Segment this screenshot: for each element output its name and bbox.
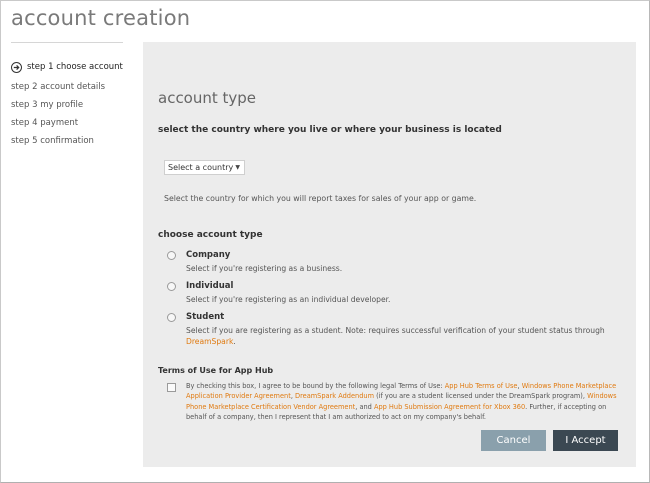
step-3[interactable]: step 3 my profile [11, 96, 136, 114]
step-4[interactable]: step 4 payment [11, 114, 136, 132]
country-help-text: Select the country for which you will re… [164, 194, 477, 203]
student-desc-end: . [233, 337, 236, 346]
step-1[interactable]: step 1 choose account [11, 56, 136, 78]
accept-button[interactable]: I Accept [553, 430, 618, 451]
dreamspark-link[interactable]: DreamSpark [186, 337, 233, 346]
individual-label: Individual [186, 281, 234, 291]
terms-text-1: By checking this box, I agree to be boun… [186, 382, 445, 390]
country-select-value: Select a country [168, 163, 234, 172]
company-label: Company [186, 250, 231, 260]
page-title: account creation [11, 6, 191, 30]
step-1-label: step 1 choose account [27, 62, 123, 72]
terms-heading: Terms of Use for App Hub [158, 366, 274, 375]
country-select[interactable]: Select a country ▼ [164, 160, 245, 175]
terms-checkbox[interactable] [167, 383, 176, 392]
step-5[interactable]: step 5 confirmation [11, 132, 136, 150]
choose-account-type-heading: choose account type [158, 230, 263, 240]
student-radio[interactable] [167, 313, 176, 322]
country-question: select the country where you live or whe… [158, 125, 502, 135]
individual-radio[interactable] [167, 282, 176, 291]
company-radio[interactable] [167, 251, 176, 260]
title-divider [11, 42, 123, 43]
student-desc-text: Select if you are registering as a stude… [186, 326, 605, 335]
individual-description: Select if you're registering as an indiv… [186, 295, 391, 304]
arrow-right-circle-icon [11, 61, 22, 73]
account-type-heading: account type [158, 89, 257, 107]
cancel-button[interactable]: Cancel [481, 430, 546, 451]
student-label: Student [186, 312, 225, 322]
terms-text-5: , and [355, 402, 374, 411]
chevron-down-icon: ▼ [235, 164, 240, 171]
terms-text-4: (if you are a student licensed under the… [374, 392, 588, 401]
step-2[interactable]: step 2 account details [11, 78, 136, 96]
app-hub-terms-link[interactable]: App Hub Terms of Use [445, 382, 518, 390]
step-navigation: step 1 choose account step 2 account det… [11, 56, 136, 150]
student-description: Select if you are registering as a stude… [186, 325, 626, 347]
company-description: Select if you're registering as a busine… [186, 264, 343, 273]
xbox-submission-agreement-link[interactable]: App Hub Submission Agreement for Xbox 36… [374, 403, 525, 411]
dreamspark-addendum-link[interactable]: DreamSpark Addendum [295, 392, 374, 400]
terms-text: By checking this box, I agree to be boun… [186, 381, 626, 423]
